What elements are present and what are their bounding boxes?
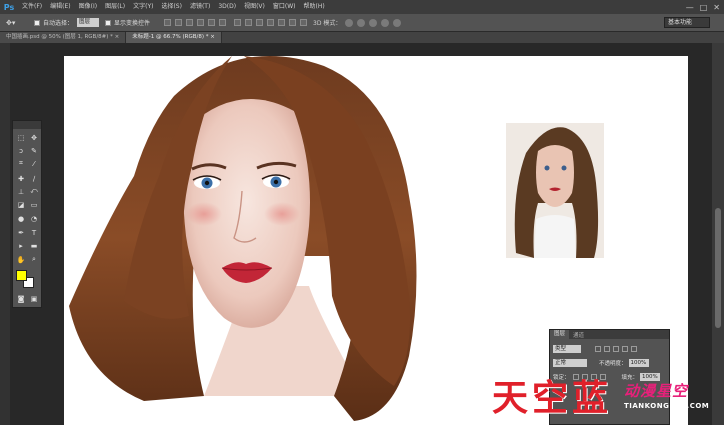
menu-bar: Ps 文件(F) 编辑(E) 图像(I) 图层(L) 文字(Y) 选择(S) 滤… — [0, 0, 724, 14]
tab-document-2[interactable]: 未标题-1 @ 66.7% (RGB/8) * × — [126, 32, 222, 43]
close-icon[interactable]: ✕ — [713, 3, 720, 12]
lasso-tool-icon[interactable]: ↄ — [15, 145, 27, 156]
align-hcenter-icon[interactable] — [208, 19, 216, 26]
mode-3d-label: 3D 模式： — [313, 20, 342, 27]
watermark-url: TIANKONGLAN.COM — [624, 402, 710, 410]
shape-tool-icon[interactable]: ▬ — [28, 240, 40, 251]
quick-select-tool-icon[interactable]: ✎ — [28, 145, 40, 156]
eyedropper-tool-icon[interactable]: ⁄ — [28, 158, 40, 169]
auto-select-checkbox[interactable] — [34, 19, 40, 26]
vertical-scrollbar[interactable] — [712, 43, 724, 425]
watermark-subtitle: 动漫星空 — [624, 382, 689, 400]
filter-smart-object-icon[interactable] — [631, 346, 637, 352]
crop-tool-icon[interactable]: ⌗ — [15, 158, 27, 169]
screen-mode-icon[interactable]: ▣ — [28, 293, 40, 304]
align-left-icon[interactable] — [197, 19, 205, 26]
menu-help[interactable]: 帮助(H) — [300, 0, 329, 14]
auto-align-icon[interactable] — [300, 19, 308, 26]
watermark: 天 空 蓝 动漫星空 TIANKONGLAN.COM — [492, 377, 709, 419]
quick-mask-icon[interactable]: ◙ — [15, 293, 27, 304]
show-transform-checkbox[interactable] — [105, 19, 112, 26]
type-tool-icon[interactable]: T — [28, 227, 40, 238]
eraser-tool-icon[interactable]: ◪ — [15, 199, 27, 210]
window-controls: — □ ✕ — [686, 0, 720, 14]
scrollbar-thumb[interactable] — [715, 208, 721, 328]
show-transform-label: 显示变换控件 — [114, 20, 151, 27]
slide-3d-icon[interactable] — [381, 18, 390, 27]
menu-file[interactable]: 文件(F) — [18, 0, 46, 14]
healing-brush-tool-icon[interactable]: ✚ — [15, 173, 27, 184]
distribute-left-icon[interactable] — [267, 19, 275, 26]
zoom-tool-icon[interactable]: ⌕ — [28, 254, 40, 265]
foreground-color-swatch[interactable] — [16, 270, 27, 281]
move-tool-icon[interactable]: ✥ — [28, 132, 40, 143]
layer-filter-dropdown[interactable]: 类型 — [553, 345, 581, 353]
clone-stamp-tool-icon[interactable]: ⊥ — [15, 186, 27, 197]
menu-filter[interactable]: 滤镜(T) — [186, 0, 214, 14]
brush-tool-icon[interactable]: ∕ — [28, 173, 40, 184]
align-top-icon[interactable] — [164, 19, 172, 26]
minimize-icon[interactable]: — — [686, 3, 694, 12]
distribute-bottom-icon[interactable] — [256, 19, 264, 26]
distribute-vcenter-icon[interactable] — [245, 19, 253, 26]
move-tool-preset-icon[interactable]: ✥▾ — [6, 17, 28, 29]
dodge-tool-icon[interactable]: ◔ — [28, 213, 40, 224]
maximize-icon[interactable]: □ — [700, 3, 708, 12]
workspace-switcher[interactable]: 基本功能 — [664, 17, 710, 28]
tab-layers[interactable]: 图层 — [550, 330, 570, 339]
reference-photo[interactable] — [506, 123, 604, 258]
menu-type[interactable]: 文字(Y) — [129, 0, 157, 14]
rotate-3d-icon[interactable] — [345, 18, 354, 27]
history-brush-tool-icon[interactable]: ⤺ — [28, 186, 40, 197]
blend-mode-dropdown[interactable]: 正常 — [553, 359, 587, 367]
filter-shape-icon[interactable] — [622, 346, 628, 352]
vertical-ruler — [0, 43, 10, 425]
opacity-label: 不透明度： — [599, 361, 627, 367]
hand-tool-icon[interactable]: ✋ — [15, 254, 27, 265]
gradient-tool-icon[interactable]: ▭ — [28, 199, 40, 210]
distribute-right-icon[interactable] — [289, 19, 297, 26]
menu-view[interactable]: 视图(V) — [240, 0, 269, 14]
pan-3d-icon[interactable] — [369, 18, 378, 27]
menu-select[interactable]: 选择(S) — [157, 0, 186, 14]
reference-portrait-image — [506, 123, 604, 258]
tab-document-1[interactable]: 中国插画.psd @ 50% (图层 1, RGB/8#) * × — [0, 32, 127, 43]
document-tab-bar: 中国插画.psd @ 50% (图层 1, RGB/8#) * × 未标题-1 … — [0, 32, 724, 43]
align-bottom-icon[interactable] — [186, 19, 194, 26]
layer-filter-row: 类型 — [553, 345, 637, 353]
toolbox-header[interactable] — [13, 121, 41, 129]
align-right-icon[interactable] — [219, 19, 227, 26]
menu-window[interactable]: 窗口(W) — [269, 0, 300, 14]
path-select-tool-icon[interactable]: ▸ — [15, 240, 27, 251]
pen-tool-icon[interactable]: ✒ — [15, 227, 27, 238]
auto-select-dropdown[interactable]: 图层 — [77, 18, 100, 27]
filter-type-icon[interactable] — [613, 346, 619, 352]
layers-panel-header: 图层 通道 — [550, 330, 669, 339]
marquee-tool-icon[interactable]: ⬚ — [15, 132, 27, 143]
tab-channels[interactable]: 通道 — [569, 331, 588, 339]
photoshop-logo: Ps — [3, 2, 15, 12]
align-vcenter-icon[interactable] — [175, 19, 183, 26]
distribute-top-icon[interactable] — [234, 19, 242, 26]
filter-adjustment-icon[interactable] — [604, 346, 610, 352]
auto-select-label: 自动选择： — [43, 20, 74, 27]
options-bar: ✥▾ 自动选择： 图层 显示变换控件 3D 模式： 基本功能 — [0, 14, 724, 32]
menu-layer[interactable]: 图层(L) — [101, 0, 129, 14]
opacity-field[interactable]: 100% — [628, 359, 649, 367]
watermark-char-1: 天 — [492, 377, 529, 419]
watermark-char-3: 蓝 — [572, 377, 609, 419]
filter-pixel-icon[interactable] — [595, 346, 601, 352]
scale-3d-icon[interactable] — [393, 18, 402, 27]
menu-edit[interactable]: 编辑(E) — [46, 0, 74, 14]
toolbox-panel: ✥ ⬚ ↄ ✎ ⌗ ⁄ ✚ ∕ ⊥ ⤺ ◪ ▭ ● ◔ ✒ T ▸ ▬ ✋ ⌕ … — [12, 120, 42, 308]
distribute-hcenter-icon[interactable] — [278, 19, 286, 26]
menu-image[interactable]: 图像(I) — [75, 0, 101, 14]
watermark-right-block: 动漫星空 TIANKONGLAN.COM — [624, 380, 724, 410]
watermark-char-2: 空 — [532, 377, 569, 419]
menu-3d[interactable]: 3D(D) — [214, 0, 240, 14]
blur-tool-icon[interactable]: ● — [15, 213, 27, 224]
blend-opacity-row: 正常 不透明度： 100% — [553, 359, 649, 367]
roll-3d-icon[interactable] — [357, 18, 366, 27]
